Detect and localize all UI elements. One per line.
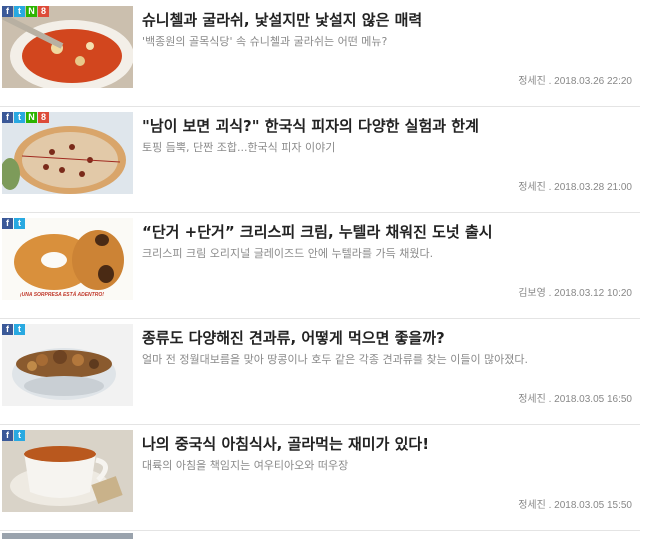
article-title[interactable]: “단거 +단거” 크리스피 크림, 누텔라 채워진 도넛 출시 bbox=[142, 221, 637, 242]
article-author: 정세진 bbox=[518, 500, 546, 511]
article-description: 얼마 전 정월대보름을 맞아 땅콩이나 호두 같은 각종 견과류를 찾는 이들이… bbox=[142, 353, 529, 366]
article-author: 정세진 bbox=[518, 394, 546, 405]
article-thumbnail[interactable]: f t bbox=[2, 324, 133, 406]
article-title[interactable]: 종류도 다양해진 견과류, 어떻게 먹으면 좋을까? bbox=[142, 327, 637, 348]
article-date: 2018.03.05 16:50 bbox=[554, 394, 632, 405]
next-article-thumbnail-partial bbox=[2, 533, 133, 539]
twitter-share-icon[interactable]: t bbox=[14, 218, 25, 229]
article-meta: 김보영 . 2018.03.12 10:20 bbox=[518, 288, 632, 299]
article-description: 크리스피 크림 오리지널 글레이즈드 안에 누텔라를 가득 채웠다. bbox=[142, 247, 434, 260]
article-description: '백종원의 골목식당' 속 슈니첼과 굴라쉬는 어떤 메뉴? bbox=[142, 35, 388, 48]
article-meta: 정세진 . 2018.03.26 22:20 bbox=[518, 76, 632, 87]
pizza-icon bbox=[2, 112, 133, 194]
facebook-share-icon[interactable]: f bbox=[2, 430, 13, 441]
list-item[interactable]: f t 종류도 다양해진 견과류, 어떻게 먹으면 좋을까? 얼마 전 정월대보… bbox=[0, 318, 640, 425]
twitter-share-icon[interactable]: t bbox=[14, 112, 25, 123]
list-item[interactable]: f t N 8 "남이 보면 괴식?" 한국식 피자의 다양한 실험과 한계 토… bbox=[0, 106, 640, 213]
article-date: 2018.03.28 21:00 bbox=[554, 182, 632, 193]
article-thumbnail[interactable]: f t N 8 bbox=[2, 112, 133, 194]
article-thumbnail[interactable]: f t N 8 bbox=[2, 6, 133, 88]
list-item[interactable]: f t 나의 중국식 아침식사, 골라먹는 재미가 있다! 대륙의 아침을 책임… bbox=[0, 424, 640, 531]
article-meta: 정세진 . 2018.03.05 15:50 bbox=[518, 500, 632, 511]
article-description: 토핑 듬뿍, 단짠 조합...한국식 피자 이야기 bbox=[142, 141, 336, 154]
twitter-share-icon[interactable]: t bbox=[14, 430, 25, 441]
article-author: 정세진 bbox=[518, 76, 546, 87]
twitter-share-icon[interactable]: t bbox=[14, 324, 25, 335]
article-title[interactable]: 나의 중국식 아침식사, 골라먹는 재미가 있다! bbox=[142, 433, 637, 454]
thumbnail-caption: ¡UNA SORPRESA ESTÁ ADENTRO! bbox=[20, 292, 104, 298]
tea-cup-icon bbox=[2, 430, 133, 512]
twitter-share-icon[interactable]: t bbox=[14, 6, 25, 17]
facebook-share-icon[interactable]: f bbox=[2, 6, 13, 17]
facebook-share-icon[interactable]: f bbox=[2, 324, 13, 335]
article-author: 정세진 bbox=[518, 182, 546, 193]
article-title[interactable]: "남이 보면 괴식?" 한국식 피자의 다양한 실험과 한계 bbox=[142, 115, 637, 136]
article-author: 김보영 bbox=[518, 288, 546, 299]
google-plus-share-icon[interactable]: 8 bbox=[38, 112, 49, 123]
donut-icon bbox=[2, 218, 133, 300]
naver-share-icon[interactable]: N bbox=[26, 6, 37, 17]
facebook-share-icon[interactable]: f bbox=[2, 218, 13, 229]
list-item[interactable]: ¡UNA SORPRESA ESTÁ ADENTRO! f t “단거 +단거”… bbox=[0, 212, 640, 319]
article-date: 2018.03.26 22:20 bbox=[554, 76, 632, 87]
list-item[interactable]: f t N 8 슈니첼과 굴라쉬, 낯설지만 낯설지 않은 매력 '백종원의 골… bbox=[0, 0, 640, 107]
article-date: 2018.03.05 15:50 bbox=[554, 500, 632, 511]
facebook-share-icon[interactable]: f bbox=[2, 112, 13, 123]
google-plus-share-icon[interactable]: 8 bbox=[38, 6, 49, 17]
article-meta: 정세진 . 2018.03.05 16:50 bbox=[518, 394, 632, 405]
article-thumbnail[interactable]: f t bbox=[2, 430, 133, 512]
article-thumbnail[interactable]: ¡UNA SORPRESA ESTÁ ADENTRO! f t bbox=[2, 218, 133, 300]
goulash-soup-icon bbox=[2, 6, 133, 88]
article-meta: 정세진 . 2018.03.28 21:00 bbox=[518, 182, 632, 193]
article-description: 대륙의 아침을 책임지는 여우티아오와 떠우장 bbox=[142, 459, 349, 472]
article-date: 2018.03.12 10:20 bbox=[554, 288, 632, 299]
article-title[interactable]: 슈니첼과 굴라쉬, 낯설지만 낯설지 않은 매력 bbox=[142, 9, 637, 30]
nuts-bowl-icon bbox=[2, 324, 133, 406]
naver-share-icon[interactable]: N bbox=[26, 112, 37, 123]
